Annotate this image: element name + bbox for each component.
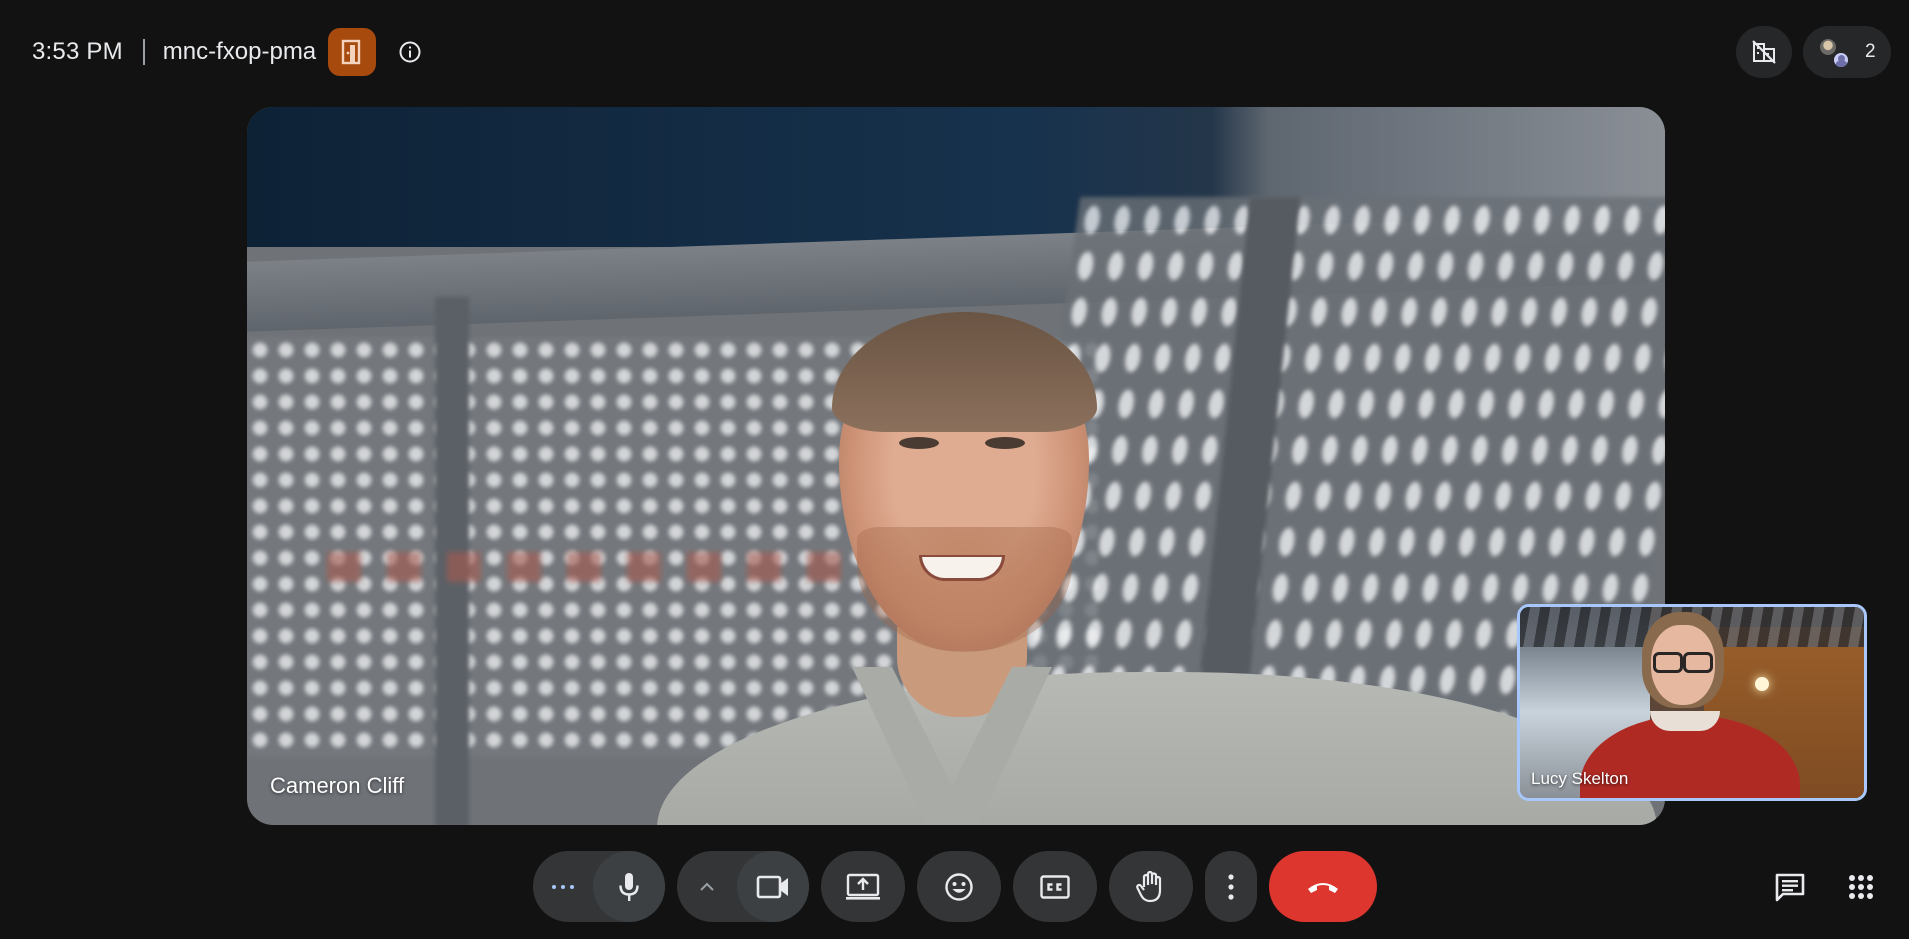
self-view-tile[interactable]: Lucy Skelton [1517, 604, 1867, 801]
present-button[interactable] [821, 851, 905, 922]
people-count: 2 [1865, 41, 1876, 62]
divider [142, 39, 145, 65]
leave-call-button[interactable] [1269, 851, 1377, 922]
chevron-up-icon [700, 882, 714, 891]
more-options-button[interactable] [1205, 851, 1257, 922]
top-bar: 3:53 PM mnc-fxop-pma 2 [0, 0, 1909, 104]
video-controls [677, 851, 809, 922]
audio-options-button[interactable] [533, 851, 593, 922]
participant-eye-right [985, 437, 1025, 449]
avatar [1819, 38, 1837, 56]
self-view-light [1755, 677, 1769, 691]
mic-icon [619, 872, 639, 901]
activities-grid-icon [1849, 875, 1873, 899]
chat-icon [1775, 873, 1805, 902]
visual-effects-button[interactable] [1736, 26, 1792, 78]
present-screen-icon [846, 873, 880, 900]
info-icon [399, 41, 421, 63]
emoji-icon [945, 872, 973, 901]
participant-eye-left [899, 437, 939, 449]
call-end-icon [1308, 882, 1338, 893]
raise-hand-button[interactable] [1109, 851, 1193, 922]
raise-hand-icon [1136, 870, 1162, 902]
video-options-button[interactable] [677, 851, 737, 922]
host-controls-button[interactable] [328, 28, 377, 76]
participant-smile [919, 555, 1005, 581]
meeting-details: 3:53 PM mnc-fxop-pma [32, 28, 432, 76]
videocam-icon [756, 875, 788, 898]
call-controls [533, 851, 1377, 922]
self-view-glasses [1653, 652, 1713, 673]
activities-button[interactable] [1835, 861, 1887, 913]
reactions-button[interactable] [917, 851, 1001, 922]
domain-disabled-icon [1752, 40, 1776, 64]
top-right-controls: 2 [1736, 26, 1891, 78]
clock: 3:53 PM [32, 38, 123, 65]
microphone-button[interactable] [593, 851, 665, 922]
people-button[interactable]: 2 [1803, 26, 1891, 78]
participant-avatars [1815, 32, 1853, 72]
chat-button[interactable] [1764, 861, 1816, 913]
camera-button[interactable] [737, 851, 809, 922]
captions-button[interactable] [1013, 851, 1097, 922]
more-vert-icon [1228, 873, 1234, 900]
participant-name: Cameron Cliff [270, 773, 405, 798]
self-view-name: Lucy Skelton [1531, 769, 1629, 788]
main-video-tile[interactable]: Cameron Cliff [247, 107, 1665, 825]
participant-hair [832, 312, 1097, 432]
closed-captions-icon [1040, 874, 1070, 899]
meeting-code: mnc-fxop-pma [162, 38, 317, 65]
audio-controls [533, 851, 665, 922]
more-horiz-icon [552, 884, 574, 889]
avatar [1833, 52, 1849, 68]
host-controls-icon [341, 39, 361, 65]
meeting-info-button[interactable] [388, 30, 432, 74]
self-view-collar [1650, 711, 1720, 731]
